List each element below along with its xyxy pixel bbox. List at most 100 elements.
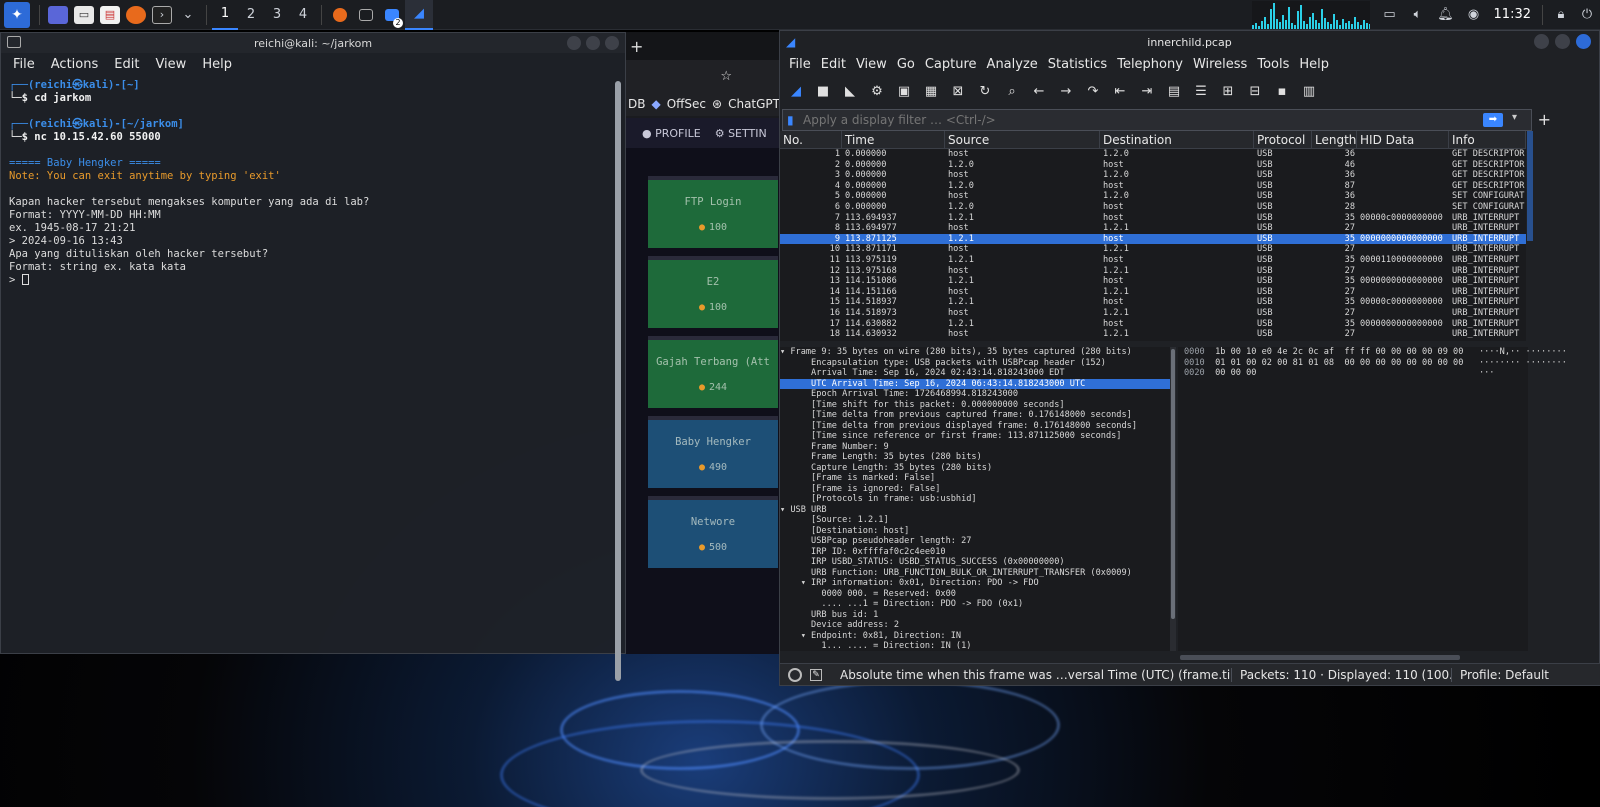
hex-bytes[interactable]: 1b 00 10 e0 4e 2c 0c af ff ff 00 00 00 0… [1215,347,1463,357]
hex-ascii[interactable]: ····N,·· ········ [1479,347,1567,357]
table-row[interactable]: 18 114.630932 host 1.2.1 USB 27 URB_INTERRUPT [780,329,1526,340]
table-row[interactable]: 3 0.000000 host 1.2.0 USB 36 GET DESCRIPTOR [780,170,1526,181]
last-packet-icon[interactable]: ⇥ [1137,81,1157,101]
workspace-1[interactable]: 1 [212,0,238,30]
detail-row[interactable]: IRP USBD_STATUS: USBD_STATUS_SUCCESS (0x… [780,557,1170,568]
packet-list-scrollbar[interactable] [1527,131,1533,241]
menu-help[interactable]: Help [194,57,240,72]
comment-icon[interactable]: ✎ [810,668,822,681]
bookmark-star-icon[interactable]: ☆ [720,69,732,84]
detail-row[interactable]: Capture Length: 35 bytes (280 bits) [780,463,1170,474]
column-header-protocol[interactable]: Protocol [1254,131,1312,148]
menu-file[interactable]: File [784,57,816,72]
task-group[interactable]: 2 [379,0,405,30]
detail-row[interactable]: [Time delta from previous captured frame… [780,410,1170,421]
detail-row[interactable]: [Time since reference or first frame: 11… [780,431,1170,442]
stop-capture-icon[interactable]: ■ [813,81,833,101]
detail-row[interactable]: URB Function: URB_FUNCTION_BULK_OR_INTER… [780,568,1170,579]
menu-wireless[interactable]: Wireless [1188,57,1252,72]
table-row[interactable]: 5 0.000000 host 1.2.0 USB 36 SET CONFIGURAT [780,191,1526,202]
detail-row[interactable]: [Time delta from previous displayed fram… [780,421,1170,432]
workspace-3[interactable]: 3 [264,0,290,30]
apply-filter-button[interactable]: ➡ [1483,113,1503,127]
column-header-no[interactable]: No. [780,131,842,148]
terminal-launcher-icon[interactable]: › [149,0,175,30]
column-header-time[interactable]: Time [842,131,945,148]
go-forward-icon[interactable]: → [1056,81,1076,101]
go-to-packet-icon[interactable]: ↷ [1083,81,1103,101]
menu-tools[interactable]: Tools [1252,57,1294,72]
reload-file-icon[interactable]: ↻ [975,81,995,101]
menu-help[interactable]: Help [1294,57,1334,72]
lock-icon[interactable]: 🔒︎ [1548,0,1574,30]
chevron-down-icon[interactable]: ⌄ [175,0,201,30]
table-row[interactable]: 16 114.518973 host 1.2.1 USB 27 URB_INTERRUPT [780,308,1526,319]
notification-bell-icon[interactable]: 🔔︎ [1432,0,1460,30]
start-capture-icon[interactable]: ◢ [786,81,806,101]
table-row[interactable]: 9 113.871125 1.2.1 host USB 35 000000000000000… [780,233,1526,245]
detail-row[interactable]: 1... .... = Direction: IN (1) [780,641,1170,651]
bookmark-item[interactable]: DB [628,97,645,111]
table-row[interactable]: 6 0.000000 1.2.0 host USB 28 SET CONFIGURAT [780,202,1526,213]
detail-row[interactable]: Device address: 2 [780,620,1170,631]
menu-go[interactable]: Go [892,57,920,72]
detail-row[interactable]: UTC Arrival Time: Sep 16, 2024 06:43:14.… [780,378,1170,389]
task-terminal[interactable] [353,0,379,30]
nav-settings[interactable]: ⚙ SETTIN [715,127,767,140]
first-packet-icon[interactable]: ⇤ [1110,81,1130,101]
detail-row[interactable]: ▾ USB URB [780,505,1170,516]
terminal-output[interactable]: ┌──(reichi㉿kali)-[~] └─$ cd jarkom ┌──(re… [1,77,611,653]
maximize-button[interactable] [1555,34,1570,49]
detail-row[interactable]: ▾ Frame 9: 35 bytes on wire (280 bits), … [780,347,1170,358]
menu-view[interactable]: View [851,57,892,72]
normal-size-icon[interactable]: ▪ [1272,81,1292,101]
minimize-button[interactable] [567,36,581,50]
detail-row[interactable]: Epoch Arrival Time: 1726468994.818243000 [780,389,1170,400]
terminal-titlebar[interactable]: reichi@kali: ~/jarkom [1,33,625,53]
column-header-info[interactable]: Info [1449,131,1526,148]
bookmark-item[interactable]: ChatGPT [728,97,780,111]
detail-row[interactable]: Frame Length: 35 bytes (280 bits) [780,452,1170,463]
table-row[interactable]: 17 114.630882 1.2.1 host USB 35 00000000000000… [780,319,1526,330]
open-file-icon[interactable]: ▣ [894,81,914,101]
hex-bytes[interactable]: 01 01 00 02 00 81 01 08 00 00 00 00 00 0… [1215,358,1463,368]
text-editor-icon[interactable]: ▤ [97,0,123,30]
new-tab-button[interactable]: + [630,37,643,56]
table-row[interactable]: 13 114.151086 1.2.1 host USB 35 00000000000000… [780,276,1526,287]
find-packet-icon[interactable]: ⌕ [1002,81,1022,101]
kali-menu-icon[interactable]: ✦ [4,1,30,28]
column-header-hid-data[interactable]: HID Data [1357,131,1449,148]
volume-icon[interactable]: 🔈︎ [1404,0,1432,30]
hex-ascii[interactable]: ········ ········ [1479,358,1567,368]
menu-statistics[interactable]: Statistics [1043,57,1112,72]
colorize-icon[interactable]: ☰ [1191,81,1211,101]
menu-edit[interactable]: Edit [106,57,147,72]
detail-row[interactable]: USBPcap pseudoheader length: 27 [780,536,1170,547]
wireshark-titlebar[interactable]: ◢ innerchild.pcap [780,31,1599,53]
bytes-scrollbar[interactable] [1180,655,1460,660]
menu-analyze[interactable]: Analyze [982,57,1043,72]
status-profile[interactable]: Profile: Default [1452,668,1557,682]
detail-row[interactable]: ▾ IRP information: 0x01, Direction: PDO … [780,578,1170,589]
minimize-button[interactable] [1534,34,1549,49]
menu-file[interactable]: File [5,57,43,72]
detail-row[interactable]: [Protocols in frame: usb:usbhid] [780,494,1170,505]
close-button[interactable] [1576,34,1591,49]
capture-options-icon[interactable]: ⚙ [867,81,887,101]
workspace-4[interactable]: 4 [290,0,316,30]
table-row[interactable]: 14 114.151166 host 1.2.1 USB 27 URB_INTERRUPT [780,287,1526,298]
challenge-card[interactable]: Baby Hengker 490 [648,416,778,488]
table-row[interactable]: 12 113.975168 host 1.2.1 USB 27 URB_INTERRUPT [780,266,1526,277]
detail-row[interactable]: ▾ Endpoint: 0x81, Direction: IN [780,631,1170,642]
save-file-icon[interactable]: ▦ [921,81,941,101]
detail-row[interactable]: .... ...1 = Direction: PDO -> FDO (0x1) [780,599,1170,610]
zoom-out-icon[interactable]: ⊟ [1245,81,1265,101]
menu-capture[interactable]: Capture [920,57,982,72]
column-header-destination[interactable]: Destination [1100,131,1254,148]
clock[interactable]: 11:32 [1494,7,1531,22]
task-firefox[interactable] [327,0,353,30]
hex-bytes[interactable]: 00 00 00 [1215,368,1463,378]
challenge-card[interactable]: FTP Login 100 [648,176,778,248]
file-manager-icon[interactable]: ▭ [71,0,97,30]
show-desktop-icon[interactable] [45,0,71,30]
